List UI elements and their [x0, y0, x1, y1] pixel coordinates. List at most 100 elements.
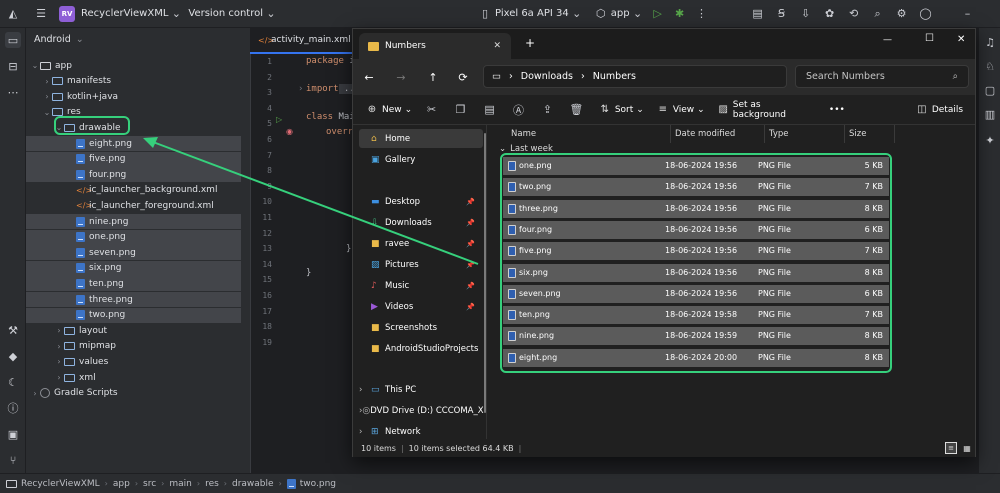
set-background-button[interactable]: ▨ Set as background — [717, 100, 811, 120]
search-input[interactable]: Search Numbers ⌕ — [795, 65, 969, 88]
run-gutter-icon[interactable]: ▷ — [276, 115, 282, 124]
tree-item[interactable]: nine.png — [26, 214, 241, 229]
more-tools-icon[interactable]: ⋯ — [5, 84, 21, 100]
window-close-button[interactable]: ✕ — [957, 34, 965, 45]
git-icon[interactable]: ⑂ — [5, 452, 21, 468]
override-gutter-icon[interactable]: ◉ — [286, 127, 293, 136]
window-maximize-button[interactable]: ☐ — [925, 33, 934, 44]
chevron-right-icon[interactable]: › — [42, 92, 52, 101]
search-everywhere-icon[interactable]: ⌕ — [870, 6, 886, 22]
up-arrow-icon[interactable]: ↑ — [425, 69, 441, 85]
chevron-down-icon[interactable]: ⌄ — [630, 6, 646, 22]
breadcrumb-item[interactable]: two.png — [300, 479, 336, 489]
tree-item[interactable]: ⌄ app — [26, 58, 241, 73]
tiles-view-icon[interactable]: ▦ — [961, 442, 973, 454]
editor-tab[interactable]: </> activity_main.xml — [250, 28, 360, 54]
pin-icon[interactable]: 📌 — [466, 282, 475, 290]
problems-icon[interactable]: ⓘ — [5, 400, 21, 416]
device-explorer-icon[interactable]: ▢ — [982, 82, 998, 98]
pin-icon[interactable]: 📌 — [466, 219, 475, 227]
tree-item[interactable]: three.png — [26, 292, 241, 307]
breadcrumb-item[interactable]: RecyclerViewXML — [21, 479, 100, 489]
breadcrumb-item[interactable]: app — [113, 479, 130, 489]
pin-icon[interactable]: 📌 — [466, 303, 475, 311]
nav-item[interactable]: ⇩ Downloads 📌 — [359, 213, 483, 232]
details-view-icon[interactable]: ≡ — [945, 442, 957, 454]
chevron-down-icon[interactable]: ⌄ — [42, 108, 52, 117]
tree-item[interactable]: </> ic_launcher_background.xml — [26, 183, 241, 198]
structure-icon[interactable]: ⊟ — [5, 58, 21, 74]
tree-item[interactable]: › kotlin+java — [26, 89, 241, 104]
pin-icon[interactable]: 📌 — [466, 198, 475, 206]
main-menu-icon[interactable]: ☰ — [33, 6, 49, 22]
nav-item[interactable]: ▶ Videos 📌 — [359, 297, 483, 316]
rename-icon[interactable]: Ⓐ — [511, 102, 526, 118]
tree-item[interactable]: › Gradle Scripts — [26, 386, 241, 401]
forward-arrow-icon[interactable]: → — [393, 69, 409, 85]
nav-item[interactable]: ▣ Gallery — [359, 150, 483, 169]
pin-icon[interactable]: 📌 — [466, 240, 475, 248]
nav-item[interactable]: ⌂ Home — [359, 129, 483, 148]
fold-icon[interactable]: › — [298, 84, 303, 94]
tree-item[interactable]: › xml — [26, 370, 241, 385]
app-quality-icon[interactable]: ◆ — [5, 348, 21, 364]
breadcrumb-item[interactable]: main — [169, 479, 192, 489]
details-button[interactable]: ◫ Details — [915, 102, 963, 118]
chevron-down-icon[interactable]: ⌄ — [569, 6, 585, 22]
address-bar[interactable]: ▭ › Downloads › Numbers — [483, 65, 787, 88]
nav-scrollbar[interactable] — [483, 129, 487, 429]
chevron-right-icon[interactable]: › — [54, 342, 64, 351]
tree-item[interactable]: ten.png — [26, 276, 241, 292]
column-header-date[interactable]: Date modified — [671, 125, 765, 143]
settings-gear-icon[interactable]: ⚙ — [894, 6, 910, 22]
logcat-icon[interactable]: ☾ — [5, 374, 21, 390]
column-header-name[interactable]: Name — [507, 125, 671, 143]
close-tab-icon[interactable]: ✕ — [493, 41, 501, 51]
nav-item[interactable]: ▬ Desktop 📌 — [359, 192, 483, 211]
path-segment-numbers[interactable]: Numbers — [593, 71, 636, 82]
chevron-right-icon[interactable]: › — [54, 326, 64, 335]
cut-icon[interactable]: ✂ — [424, 102, 439, 118]
column-header-type[interactable]: Type — [765, 125, 845, 143]
nav-item[interactable]: › ▭ This PC — [359, 380, 483, 399]
nav-item[interactable]: › ◎ DVD Drive (D:) CCCOMA_X — [359, 401, 484, 420]
tree-item[interactable]: five.png — [26, 151, 241, 167]
chevron-right-icon[interactable]: › — [359, 385, 371, 395]
chevron-down-icon[interactable]: ⌄ — [30, 61, 40, 70]
nav-item[interactable]: ▨ Pictures 📌 — [359, 255, 483, 274]
project-view-selector[interactable]: Android ⌄ — [34, 34, 84, 45]
sdk-manager-icon[interactable]: ⇩ — [798, 6, 814, 22]
device-selector[interactable]: Pixel 6a API 34 — [495, 8, 569, 19]
chevron-down-icon[interactable]: ⌄ — [263, 6, 279, 22]
tree-item[interactable]: </> ic_launcher_foreground.xml — [26, 198, 241, 213]
explorer-tab[interactable]: Numbers ✕ — [359, 33, 511, 59]
copy-icon[interactable]: ❐ — [453, 102, 468, 118]
debug-icon[interactable]: ✱ — [672, 6, 688, 22]
column-header-size[interactable]: Size — [845, 125, 895, 143]
run-icon[interactable]: ▷ — [650, 6, 666, 22]
sync-icon[interactable]: ⟲ — [846, 6, 862, 22]
more-actions-icon[interactable]: ⋮ — [694, 6, 710, 22]
delete-icon[interactable]: 🗑 — [569, 102, 584, 118]
version-control-menu[interactable]: Version control — [188, 8, 263, 19]
chevron-down-icon[interactable]: ⌄ — [168, 6, 184, 22]
plugin-icon[interactable]: ✿ — [822, 6, 838, 22]
path-segment-downloads[interactable]: Downloads — [521, 71, 573, 82]
tree-item[interactable]: › manifests — [26, 74, 241, 89]
nav-item[interactable]: ■ ravee 📌 — [359, 234, 483, 253]
running-devices-icon[interactable]: ▥ — [982, 106, 998, 122]
new-tab-button[interactable]: + — [525, 36, 535, 50]
tree-item[interactable]: four.png — [26, 167, 241, 183]
refresh-icon[interactable]: ⟳ — [455, 69, 471, 85]
new-button[interactable]: ⊕ New ⌄ — [365, 102, 412, 118]
tree-item[interactable]: six.png — [26, 260, 241, 276]
tree-item[interactable]: one.png — [26, 229, 241, 245]
nav-item[interactable]: ♪ Music 📌 — [359, 276, 483, 295]
tree-item[interactable]: › values — [26, 354, 241, 369]
share-icon[interactable]: ⇪ — [540, 102, 555, 118]
device-manager-icon[interactable]: ▤ — [750, 6, 766, 22]
chevron-right-icon[interactable]: › — [30, 389, 40, 398]
chevron-right-icon[interactable]: › — [54, 357, 64, 366]
chevron-right-icon[interactable]: › — [54, 373, 64, 382]
translate-icon[interactable]: Ꞩ — [774, 6, 790, 22]
